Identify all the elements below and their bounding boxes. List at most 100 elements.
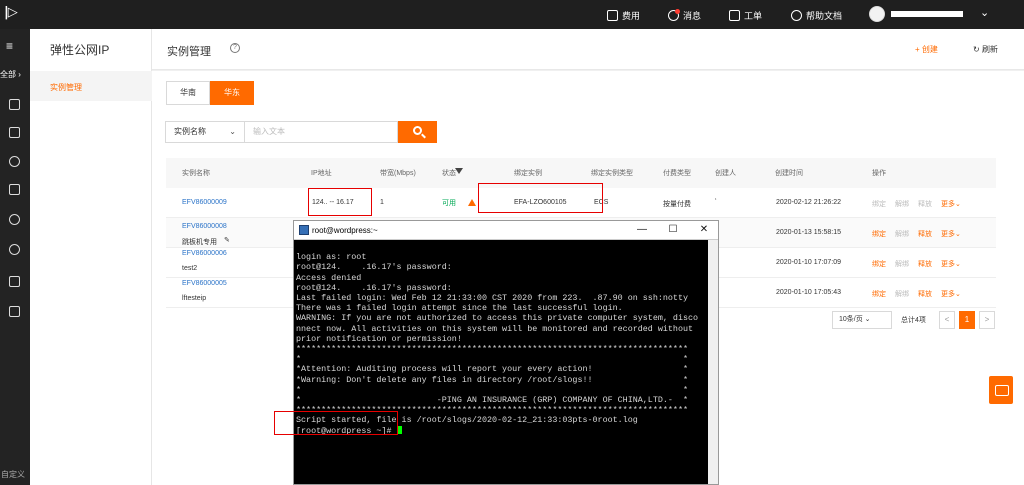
avatar[interactable] bbox=[869, 6, 885, 22]
putty-terminal-window[interactable]: root@wordpress:~ — ☐ ✕ login as: root ro… bbox=[293, 220, 719, 485]
instance-name-link[interactable]: EFV86000009 bbox=[182, 199, 227, 206]
refresh-label: 刷新 bbox=[981, 45, 998, 54]
bind-action[interactable]: 绑定 bbox=[872, 199, 886, 209]
chat-support-button[interactable] bbox=[989, 376, 1013, 404]
region-tab-east[interactable]: 华东 bbox=[210, 81, 254, 105]
product-title: 弹性公网IP bbox=[50, 43, 110, 57]
release-action[interactable]: 释放 bbox=[918, 259, 932, 269]
top-navigation-bar: |▷ 费用 消息 工单 帮助文档 ⌄ bbox=[0, 0, 1024, 29]
filter-icon[interactable] bbox=[455, 168, 463, 174]
username-redacted[interactable] bbox=[891, 11, 963, 17]
putty-icon bbox=[299, 225, 309, 235]
security-icon[interactable] bbox=[9, 276, 20, 287]
refresh-button[interactable]: ↻ 刷新 bbox=[973, 44, 998, 55]
instance-name-link[interactable]: EFV86000006 bbox=[182, 250, 227, 257]
chevron-down-icon[interactable]: ⌄ bbox=[980, 6, 989, 19]
cloud-icon[interactable] bbox=[9, 214, 20, 225]
next-page-button[interactable]: > bbox=[979, 311, 995, 329]
stack-icon[interactable] bbox=[9, 306, 20, 317]
column-created-time: 创建时间 bbox=[775, 170, 803, 177]
search-input[interactable]: 输入文本 bbox=[245, 121, 398, 143]
terminal-title: root@wordpress:~ bbox=[312, 226, 378, 235]
creator: ‘ bbox=[715, 198, 717, 205]
ticket-link[interactable]: 工单 bbox=[729, 8, 762, 22]
bound-instance-highlight-box bbox=[478, 183, 603, 213]
product-sidebar: 弹性公网IP 实例管理 bbox=[30, 29, 152, 485]
region-tab-south[interactable]: 华南 bbox=[166, 81, 210, 105]
more-label: 更多 bbox=[941, 291, 955, 298]
help-icon bbox=[791, 9, 802, 21]
custom-link[interactable]: 自定义 bbox=[1, 469, 25, 480]
release-action[interactable]: 释放 bbox=[918, 199, 932, 209]
instance-description: test2 bbox=[182, 265, 198, 272]
logo-icon[interactable]: |▷ bbox=[4, 5, 26, 23]
left-icon-rail: ≡ 全部 › 自定义 bbox=[0, 29, 30, 485]
ip-highlight-box bbox=[308, 188, 372, 216]
page-title: 实例管理 bbox=[167, 46, 211, 58]
bind-action[interactable]: 绑定 bbox=[872, 229, 886, 239]
instance-description: lftesteip bbox=[182, 295, 207, 302]
billing-link[interactable]: 费用 bbox=[607, 8, 640, 22]
instance-description: 跳板机专用 bbox=[182, 239, 217, 246]
minimize-button[interactable]: — bbox=[632, 223, 652, 237]
maximize-button[interactable]: ☐ bbox=[663, 223, 683, 237]
search-button[interactable] bbox=[398, 121, 437, 143]
instance-name-link[interactable]: EFV86000005 bbox=[182, 280, 227, 287]
release-action[interactable]: 释放 bbox=[918, 229, 932, 239]
cloud-storage-icon[interactable] bbox=[9, 244, 20, 255]
page-size-select[interactable]: 10条/页 ⌄ bbox=[832, 311, 892, 329]
prev-page-button[interactable]: < bbox=[939, 311, 955, 329]
message-link[interactable]: 消息 bbox=[668, 8, 701, 22]
more-action[interactable]: 更多⌄ bbox=[941, 199, 961, 209]
search-field-label: 实例名称 bbox=[174, 127, 206, 136]
bind-action[interactable]: 绑定 bbox=[872, 259, 886, 269]
terminal-line: There was 1 failed login attempt since t… bbox=[296, 303, 623, 314]
created-time: 2020-01-10 17:05:43 bbox=[776, 289, 841, 296]
home-icon[interactable] bbox=[9, 99, 20, 110]
search-field-select[interactable]: 实例名称 ⌄ bbox=[165, 121, 245, 143]
help-question-icon[interactable]: ? bbox=[230, 43, 240, 53]
bind-action[interactable]: 绑定 bbox=[872, 289, 886, 299]
column-bound-instance: 绑定实例 bbox=[514, 170, 542, 177]
column-bandwidth: 带宽(Mbps) bbox=[380, 170, 416, 177]
all-products-link[interactable]: 全部 › bbox=[0, 69, 21, 80]
terminal-line: root@124. .16.17's password: bbox=[296, 282, 452, 293]
column-bound-instance-type: 绑定实例类型 bbox=[591, 170, 633, 177]
terminal-titlebar[interactable]: root@wordpress:~ — ☐ ✕ bbox=[294, 221, 718, 240]
created-time: 2020-01-10 17:07:09 bbox=[776, 259, 841, 266]
help-docs-link[interactable]: 帮助文档 bbox=[791, 8, 842, 22]
terminal-line: login as: root bbox=[296, 252, 367, 263]
close-button[interactable]: ✕ bbox=[694, 223, 714, 237]
terminal-line: nnect now. All activities on this system… bbox=[296, 323, 694, 334]
terminal-output[interactable]: login as: root root@124. .16.17's passwo… bbox=[296, 242, 707, 483]
create-button[interactable]: + 创建 bbox=[915, 44, 938, 55]
unbind-action[interactable]: 解绑 bbox=[895, 199, 909, 209]
globe-icon[interactable] bbox=[9, 156, 20, 167]
unbind-action[interactable]: 解绑 bbox=[895, 259, 909, 269]
unbind-action[interactable]: 解绑 bbox=[895, 289, 909, 299]
created-time: 2020-01-13 15:58:15 bbox=[776, 229, 841, 236]
sidebar-item-label: 实例管理 bbox=[50, 83, 82, 92]
edit-icon[interactable]: ✎ bbox=[224, 236, 230, 244]
database-icon[interactable] bbox=[9, 127, 20, 138]
bandwidth-value: 1 bbox=[380, 199, 384, 206]
page-button[interactable]: 1 bbox=[959, 311, 975, 329]
menu-icon[interactable]: ≡ bbox=[6, 39, 13, 53]
more-action[interactable]: 更多⌄ bbox=[941, 229, 961, 239]
storage-icon[interactable] bbox=[9, 184, 20, 195]
more-label: 更多 bbox=[941, 231, 955, 238]
more-action[interactable]: 更多⌄ bbox=[941, 259, 961, 269]
terminal-line: * * bbox=[296, 384, 689, 395]
unbind-action[interactable]: 解绑 bbox=[895, 229, 909, 239]
instance-name-link[interactable]: EFV86000008 bbox=[182, 223, 227, 230]
terminal-scrollbar[interactable] bbox=[708, 240, 718, 484]
release-action[interactable]: 释放 bbox=[918, 289, 932, 299]
more-action[interactable]: 更多⌄ bbox=[941, 289, 961, 299]
terminal-line: Last failed login: Wed Feb 12 21:33:00 C… bbox=[296, 293, 689, 304]
ticket-label: 工单 bbox=[744, 10, 763, 21]
search-icon bbox=[413, 126, 422, 135]
column-creator: 创建人 bbox=[715, 170, 736, 177]
terminal-line: *Attention: Auditing process will report… bbox=[296, 364, 689, 375]
sidebar-item-instance-management[interactable]: 实例管理 bbox=[30, 71, 152, 101]
ticket-icon bbox=[729, 9, 740, 21]
